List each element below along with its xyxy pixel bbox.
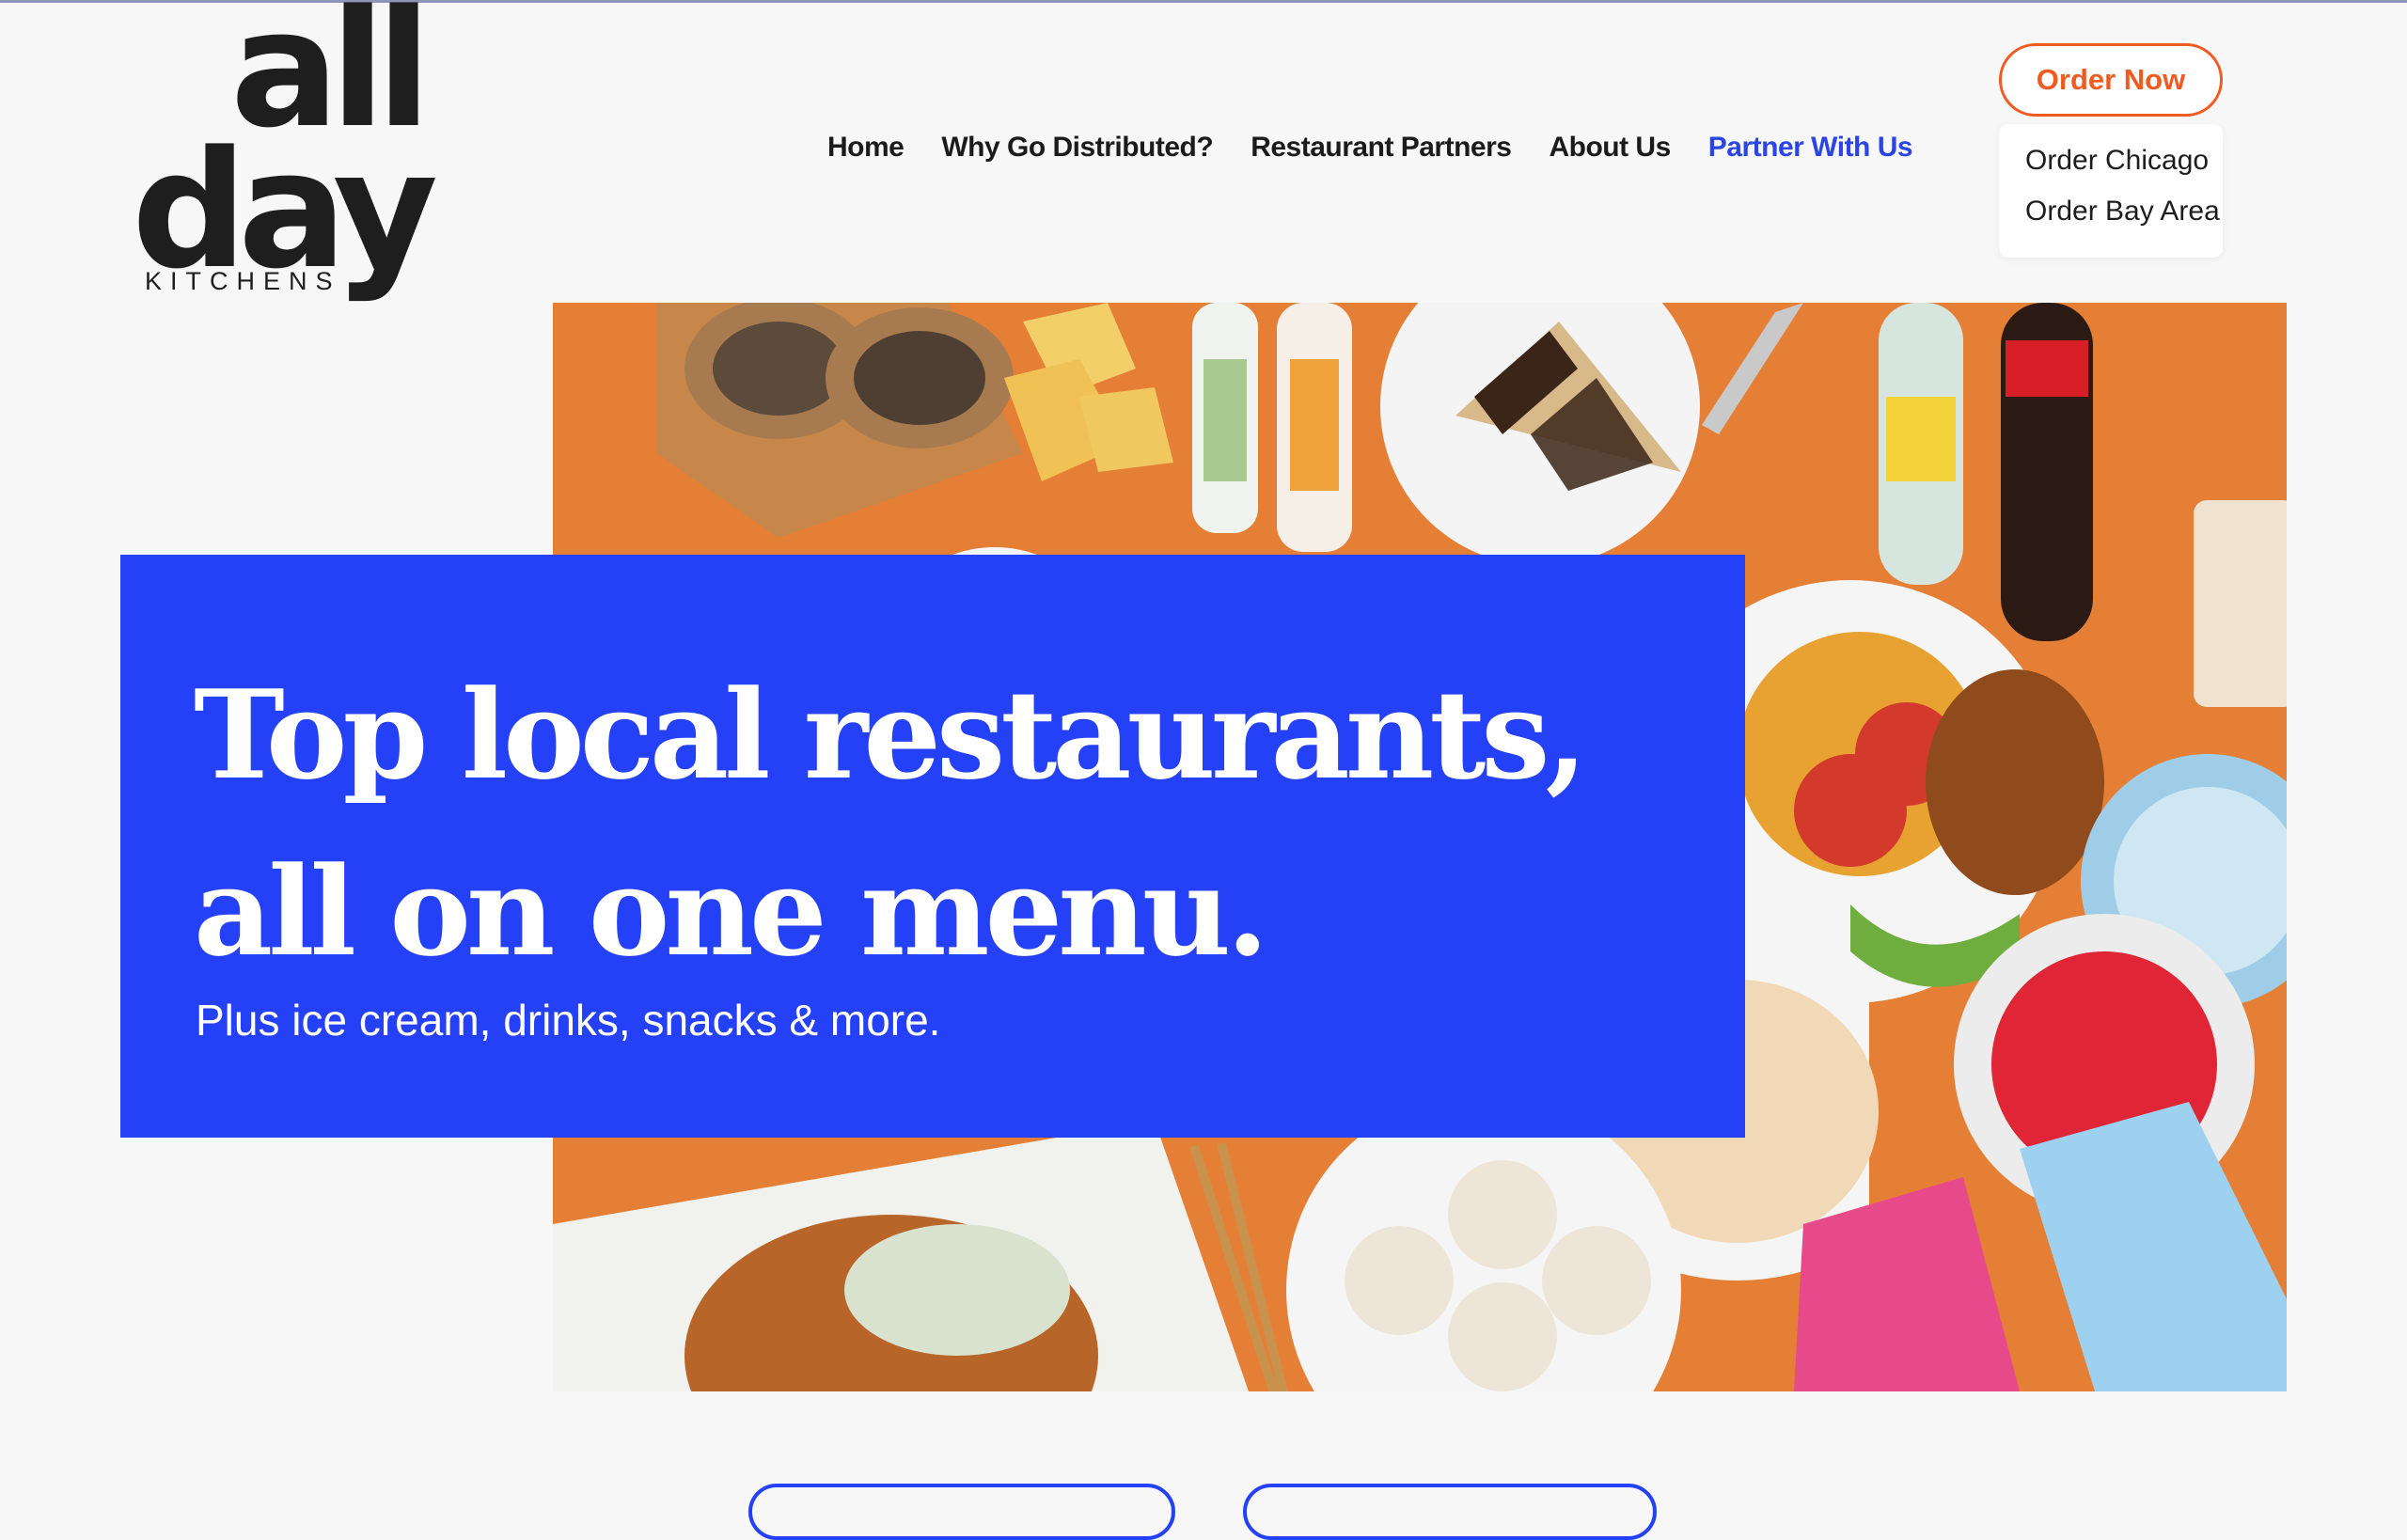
order-now-button[interactable]: Order Now <box>1999 43 2223 117</box>
nav-restaurant-partners[interactable]: Restaurant Partners <box>1251 132 1512 164</box>
nav-about-us[interactable]: About Us <box>1549 132 1671 164</box>
bottom-cta-button-right[interactable] <box>1243 1484 1657 1540</box>
nav-why-go-distributed[interactable]: Why Go Distributed? <box>941 132 1213 164</box>
hero-subheadline: Plus ice cream, drinks, snacks & more. <box>196 996 941 1045</box>
nav-home[interactable]: Home <box>827 132 905 164</box>
order-dropdown-menu: Order Chicago Order Bay Area <box>1999 124 2223 258</box>
logo-line-kitchens: KITCHENS <box>145 267 341 295</box>
nav-partner-with-us[interactable]: Partner With Us <box>1708 132 1913 164</box>
order-chicago-link[interactable]: Order Chicago <box>2025 145 2209 177</box>
order-bay-area-link[interactable]: Order Bay Area <box>2025 196 2220 228</box>
bottom-cta-button-left[interactable] <box>748 1484 1175 1540</box>
hero-headline: Top local restaurants, all on one menu. <box>194 663 1588 983</box>
main-nav: Home Why Go Distributed? Restaurant Part… <box>827 132 1913 164</box>
all-day-kitchens-logo[interactable]: all day KITCHENS <box>132 0 438 294</box>
hero-blue-card: Top local restaurants, all on one menu. … <box>120 555 1745 1138</box>
